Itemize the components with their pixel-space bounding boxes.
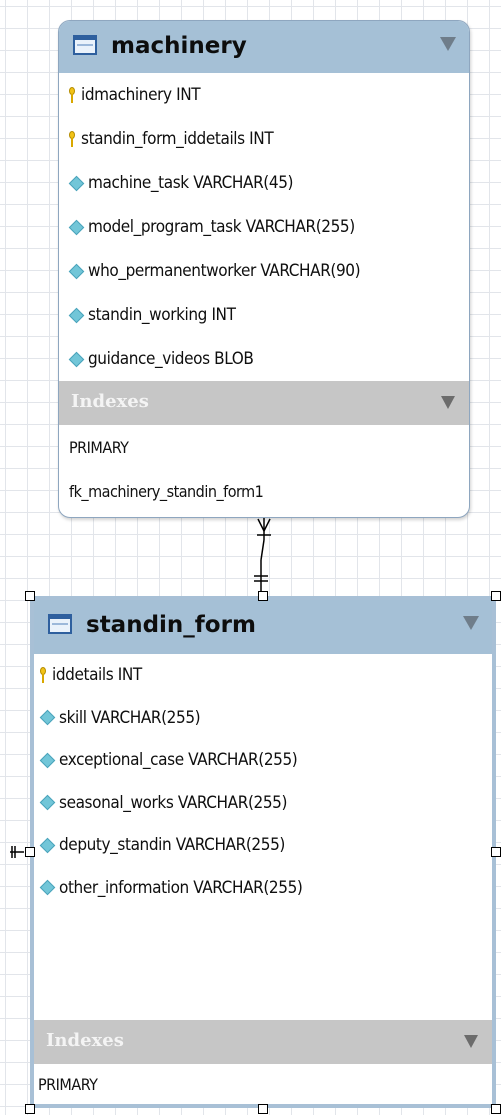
column-label: idmachinery INT bbox=[81, 85, 201, 105]
resize-handle-top-left[interactable] bbox=[25, 591, 35, 601]
column-label: machine_task VARCHAR(45) bbox=[88, 173, 294, 193]
column-row[interactable]: iddetails INT bbox=[34, 654, 492, 697]
diamond-icon bbox=[39, 794, 56, 811]
table-icon bbox=[48, 614, 72, 634]
collapse-arrow-icon[interactable] bbox=[464, 1035, 478, 1048]
diamond-icon bbox=[39, 752, 56, 769]
column-label: who_permanentworker VARCHAR(90) bbox=[88, 261, 361, 281]
column-label: iddetails INT bbox=[52, 665, 142, 686]
indexes-title: Indexes bbox=[71, 391, 149, 412]
column-row[interactable]: idmachinery INT bbox=[59, 73, 469, 117]
column-label: other_information VARCHAR(255) bbox=[59, 877, 303, 898]
table-icon bbox=[73, 35, 97, 55]
resize-handle-middle-right[interactable] bbox=[491, 847, 501, 857]
column-label: standin_form_iddetails INT bbox=[81, 129, 274, 149]
resize-handle-bottom-right[interactable] bbox=[491, 1104, 501, 1114]
column-label: model_program_task VARCHAR(255) bbox=[88, 217, 355, 237]
column-label: guidance_videos BLOB bbox=[88, 349, 254, 369]
connector-line-mid bbox=[260, 539, 265, 561]
diamond-icon bbox=[68, 351, 85, 367]
column-row[interactable]: standin_working INT bbox=[59, 293, 469, 337]
crows-foot-right bbox=[263, 518, 271, 532]
indexes-header[interactable]: Indexes bbox=[59, 381, 469, 425]
column-row[interactable]: other_information VARCHAR(255) bbox=[34, 867, 492, 910]
resize-handle-bottom-middle[interactable] bbox=[258, 1104, 268, 1114]
collapse-arrow-icon[interactable] bbox=[463, 616, 479, 630]
key-icon bbox=[69, 131, 75, 147]
column-row[interactable]: machine_task VARCHAR(45) bbox=[59, 161, 469, 205]
resize-handle-top-middle[interactable] bbox=[258, 591, 268, 601]
column-list: iddetails INT skill VARCHAR(255) excepti… bbox=[34, 654, 492, 909]
diamond-icon bbox=[68, 219, 85, 235]
column-row[interactable]: standin_form_iddetails INT bbox=[59, 117, 469, 161]
column-label: seasonal_works VARCHAR(255) bbox=[59, 792, 288, 813]
column-list: idmachinery INT standin_form_iddetails I… bbox=[59, 73, 469, 381]
column-label: standin_working INT bbox=[88, 305, 236, 325]
resize-handle-top-right[interactable] bbox=[491, 591, 501, 601]
key-icon bbox=[40, 667, 46, 684]
diamond-icon bbox=[68, 307, 85, 323]
table-standin-form[interactable]: standin_form iddetails INT skill VARCHAR… bbox=[30, 596, 496, 1108]
column-label: deputy_standin VARCHAR(255) bbox=[59, 835, 285, 856]
diamond-icon bbox=[39, 709, 56, 726]
table-title: standin_form bbox=[86, 612, 256, 638]
table-machinery[interactable]: machinery idmachinery INT standin_form_i… bbox=[58, 20, 470, 518]
index-row[interactable]: PRIMARY bbox=[59, 425, 469, 469]
resize-handle-middle-left[interactable] bbox=[25, 847, 35, 857]
crows-foot-left bbox=[257, 518, 265, 532]
index-row[interactable]: fk_machinery_standin_form1 bbox=[59, 469, 469, 513]
column-row[interactable]: seasonal_works VARCHAR(255) bbox=[34, 782, 492, 825]
column-row[interactable]: skill VARCHAR(255) bbox=[34, 697, 492, 740]
key-icon bbox=[69, 87, 75, 103]
column-label: skill VARCHAR(255) bbox=[59, 707, 201, 728]
column-row[interactable]: deputy_standin VARCHAR(255) bbox=[34, 824, 492, 867]
column-label: exceptional_case VARCHAR(255) bbox=[59, 750, 298, 771]
index-row[interactable]: PRIMARY bbox=[34, 1064, 492, 1104]
column-row[interactable]: exceptional_case VARCHAR(255) bbox=[34, 739, 492, 782]
diamond-icon bbox=[39, 879, 56, 896]
column-row[interactable]: guidance_videos BLOB bbox=[59, 337, 469, 381]
indexes-header[interactable]: Indexes bbox=[34, 1020, 492, 1064]
table-title: machinery bbox=[111, 33, 247, 59]
column-row[interactable]: who_permanentworker VARCHAR(90) bbox=[59, 249, 469, 293]
collapse-arrow-icon[interactable] bbox=[441, 396, 455, 409]
indexes-section: Indexes PRIMARY bbox=[34, 1020, 492, 1104]
resize-handle-bottom-left[interactable] bbox=[25, 1104, 35, 1114]
table-header[interactable]: standin_form bbox=[34, 600, 492, 654]
collapse-arrow-icon[interactable] bbox=[440, 37, 456, 51]
indexes-title: Indexes bbox=[46, 1030, 124, 1051]
diamond-icon bbox=[39, 837, 56, 854]
diamond-icon bbox=[68, 263, 85, 279]
table-header[interactable]: machinery bbox=[59, 21, 469, 73]
column-row[interactable]: model_program_task VARCHAR(255) bbox=[59, 205, 469, 249]
diamond-icon bbox=[68, 175, 85, 191]
